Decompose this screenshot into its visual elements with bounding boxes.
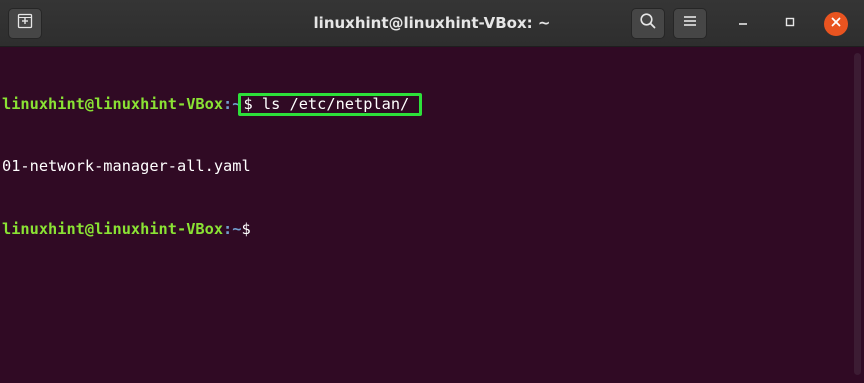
prompt-user-host: linuxhint@linuxhint-VBox — [2, 95, 224, 113]
maximize-button[interactable] — [778, 12, 802, 36]
hamburger-menu-icon — [682, 14, 698, 33]
new-tab-icon — [17, 13, 33, 34]
vertical-scrollbar[interactable] — [852, 47, 864, 383]
new-tab-button[interactable] — [8, 8, 42, 39]
maximize-icon — [784, 15, 796, 33]
title-bar: linuxhint@linuxhint-VBox: ~ — [0, 0, 864, 47]
prompt-separator: : — [223, 95, 233, 113]
command-output-line: 01-network-manager-all.yaml — [2, 157, 251, 175]
prompt-line: linuxhint@linuxhint-VBox:~ $ ls /etc/netp… — [2, 93, 852, 116]
search-icon — [639, 12, 657, 35]
prompt-symbol: $ — [241, 220, 260, 238]
scrollbar-thumb[interactable] — [854, 53, 861, 375]
close-icon — [830, 15, 842, 33]
terminal-output[interactable]: linuxhint@linuxhint-VBox:~ $ ls /etc/netp… — [0, 47, 852, 383]
terminal-window: linuxhint@linuxhint-VBox: ~ linuxhint@li… — [0, 0, 864, 383]
minimize-button[interactable] — [731, 12, 755, 36]
menu-button[interactable] — [673, 8, 707, 39]
close-button[interactable] — [824, 12, 848, 36]
highlighted-command: $ ls /etc/netplan/ — [238, 93, 423, 116]
search-button[interactable] — [631, 8, 665, 39]
prompt-separator: : — [223, 220, 233, 238]
prompt-line: linuxhint@linuxhint-VBox:~$ — [2, 219, 852, 240]
minimize-icon — [737, 15, 749, 33]
prompt-user-host: linuxhint@linuxhint-VBox — [2, 220, 224, 238]
